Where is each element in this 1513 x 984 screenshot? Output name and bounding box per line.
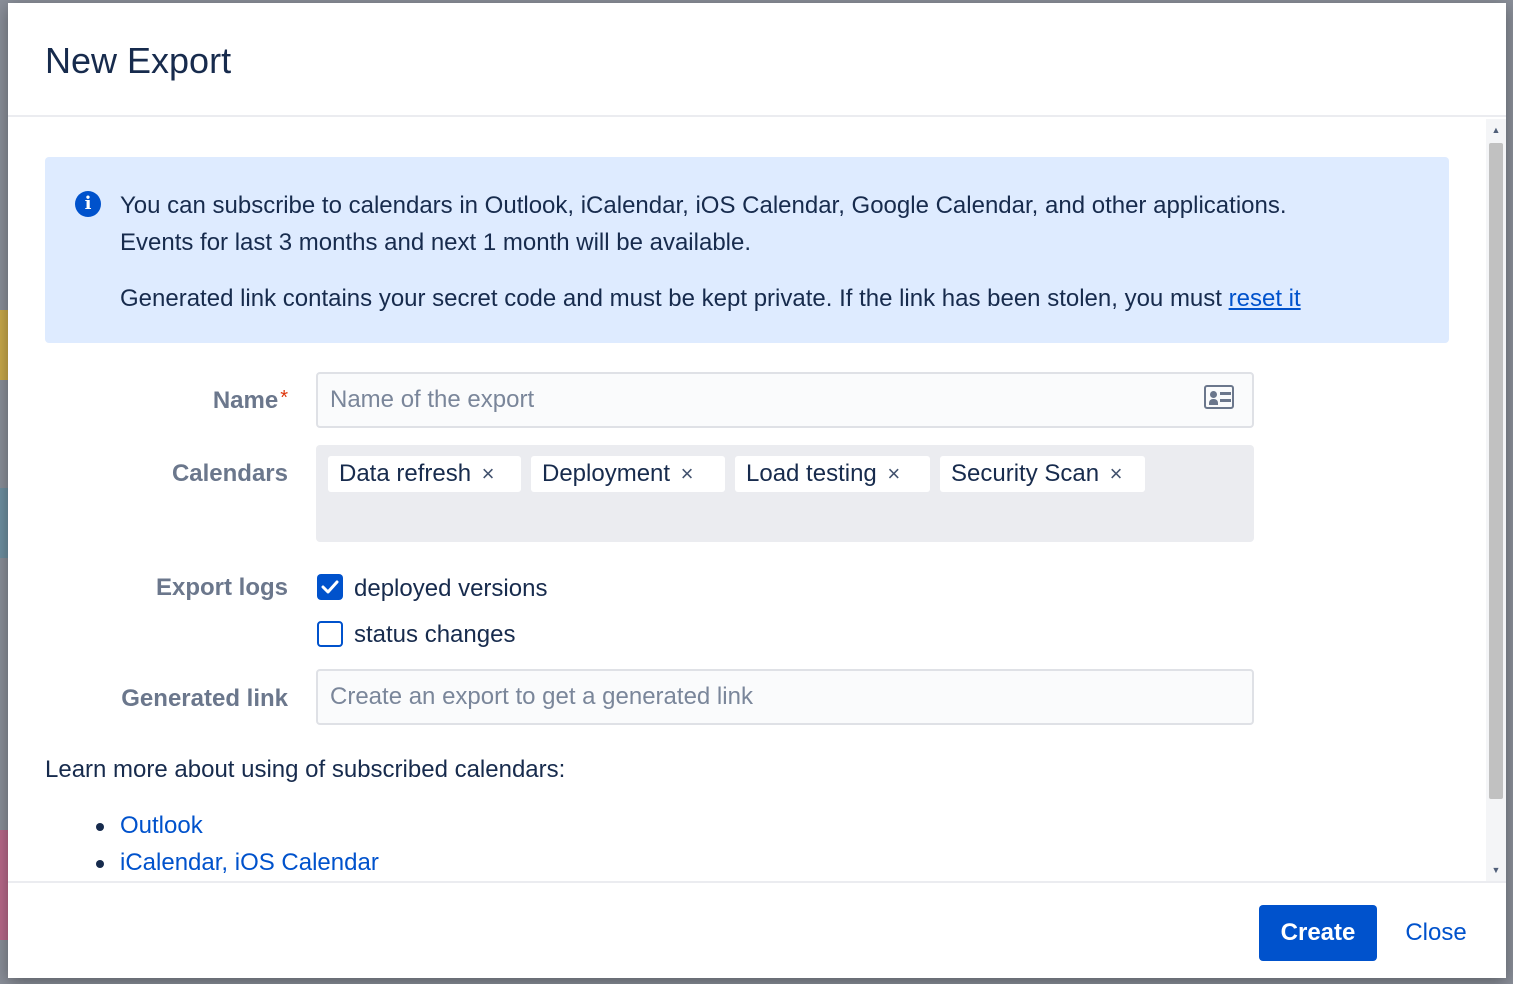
dialog-footer: Create Close — [8, 881, 1506, 978]
new-export-dialog: New Export i You can subscribe to calend… — [8, 3, 1506, 978]
calendar-tag: Security Scan × — [940, 456, 1145, 492]
info-text-line3: Generated link contains your secret code… — [120, 285, 1301, 312]
info-text-line1: You can subscribe to calendars in Outloo… — [120, 192, 1287, 219]
close-icon[interactable]: × — [471, 456, 505, 492]
scroll-up-arrow-icon[interactable]: ▲ — [1486, 121, 1506, 139]
scroll-down-arrow-icon[interactable]: ▼ — [1486, 861, 1506, 879]
dialog-body: i You can subscribe to calendars in Outl… — [8, 119, 1486, 881]
status-changes-label[interactable]: status changes — [354, 620, 515, 650]
reset-link[interactable]: reset it — [1229, 285, 1301, 312]
backdrop-strip — [0, 488, 8, 558]
info-panel: i You can subscribe to calendars in Outl… — [45, 157, 1449, 343]
calendar-tag-label: Data refresh — [339, 460, 472, 487]
deployed-versions-label[interactable]: deployed versions — [354, 574, 547, 604]
name-label: Name * — [212, 387, 288, 414]
close-icon[interactable]: × — [1099, 456, 1133, 492]
backdrop-strip — [0, 310, 8, 380]
scrollbar-thumb[interactable] — [1489, 143, 1503, 799]
dialog-title: New Export — [45, 40, 232, 81]
calendar-tag-label: Load testing — [746, 460, 877, 487]
calendar-tag: Load testing × — [735, 456, 930, 492]
dialog-scrollbar[interactable]: ▲ ▼ — [1486, 119, 1506, 881]
name-input[interactable] — [316, 372, 1254, 428]
calendar-tag-label: Deployment — [542, 460, 671, 487]
calendar-tag: Data refresh × — [328, 456, 521, 492]
calendars-label: Calendars — [171, 460, 288, 487]
deployed-versions-checkbox[interactable] — [317, 574, 343, 600]
calendar-tag: Deployment × — [531, 456, 725, 492]
backdrop-strip — [0, 830, 8, 940]
required-indicator: * — [280, 387, 288, 409]
create-button[interactable]: Create — [1259, 905, 1377, 961]
dialog-header: New Export — [8, 3, 1506, 117]
close-icon[interactable]: × — [877, 456, 911, 492]
learn-more-text: Learn more about using of subscribed cal… — [45, 756, 566, 783]
check-icon — [321, 580, 339, 594]
generated-link-input[interactable] — [316, 669, 1254, 725]
info-text-line2: Events for last 3 months and next 1 mont… — [120, 229, 752, 256]
icalendar-link[interactable]: iCalendar, iOS Calendar — [120, 848, 379, 878]
info-icon: i — [75, 191, 101, 217]
export-logs-label: Export logs — [155, 574, 288, 601]
status-changes-checkbox[interactable] — [317, 621, 343, 647]
close-button[interactable]: Close — [1393, 905, 1479, 961]
calendars-multiselect[interactable]: Data refresh × Deployment × Load testing… — [316, 445, 1254, 542]
calendar-tag-label: Security Scan — [951, 460, 1100, 487]
contact-card-icon[interactable] — [1204, 385, 1234, 409]
outlook-link[interactable]: Outlook — [120, 811, 203, 841]
close-icon[interactable]: × — [670, 456, 704, 492]
generated-link-label: Generated link — [121, 685, 288, 712]
